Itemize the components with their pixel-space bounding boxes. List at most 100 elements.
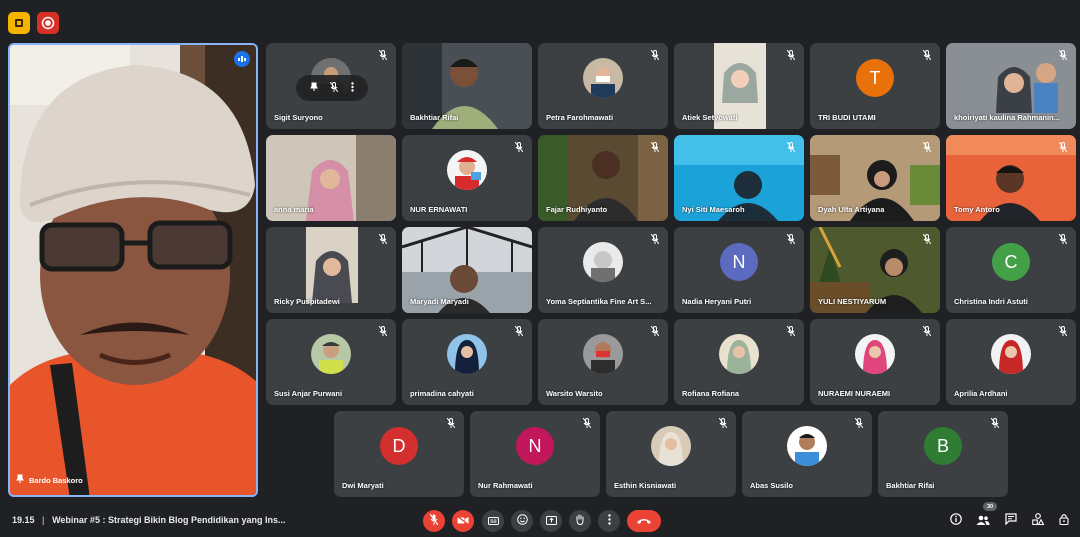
participant-name: Yoma Septiantika Fine Art S... <box>546 297 652 306</box>
participant-tile[interactable]: Fajar Rudhiyanto <box>538 135 668 221</box>
participant-name: Tomy Antoro <box>954 205 1000 214</box>
speaking-indicator-icon <box>234 51 250 67</box>
participant-tile[interactable]: T TRI BUDI UTAMI <box>810 43 940 129</box>
avatar: N <box>516 427 554 466</box>
present-icon <box>545 512 557 530</box>
participant-name: Abas Susilo <box>750 481 793 490</box>
mute-icon[interactable] <box>330 79 339 97</box>
speaker-tile[interactable]: Bardo Baskoro <box>8 43 258 497</box>
participant-tile[interactable]: N Nadia Heryani Putri <box>674 227 804 313</box>
participant-tile[interactable]: Esthin Kisniawati <box>606 411 736 497</box>
participant-name: Dwi Maryati <box>342 481 384 490</box>
participant-tile[interactable]: Sigit Suryono <box>266 43 396 129</box>
participant-name: Atiek Setyowati <box>682 113 738 122</box>
mic-muted-icon <box>717 417 729 429</box>
avatar: B <box>924 427 962 466</box>
participant-tile[interactable]: Atiek Setyowati <box>674 43 804 129</box>
mic-muted-icon <box>649 49 661 61</box>
participant-tile[interactable]: Yoma Septiantika Fine Art S... <box>538 227 668 313</box>
participant-name: Christina Indri Astuti <box>954 297 1028 306</box>
participant-count-badge: 30 <box>983 502 997 511</box>
captions-button[interactable] <box>482 510 504 532</box>
participant-tile[interactable]: Aprilia Ardhani <box>946 319 1076 405</box>
avatar <box>787 426 827 467</box>
participant-tile[interactable]: Susi Anjar Purwani <box>266 319 396 405</box>
participant-tile[interactable]: Ricky Puspitadewi <box>266 227 396 313</box>
mic-muted-icon <box>785 49 797 61</box>
participant-name: Petra Farohmawati <box>546 113 614 122</box>
participant-tile[interactable]: Petra Farohmawati <box>538 43 668 129</box>
avatar: C <box>992 243 1030 282</box>
chat-icon <box>1005 512 1017 530</box>
speaker-name: Bardo Baskoro <box>29 475 83 485</box>
host-controls-button[interactable] <box>1056 513 1072 529</box>
mic-muted-icon <box>921 233 933 245</box>
participant-tile[interactable]: Maryadi Maryadi <box>402 227 532 313</box>
people-button[interactable] <box>975 513 991 529</box>
mic-muted-icon <box>513 325 525 337</box>
info-icon <box>950 512 962 530</box>
emoji-button[interactable] <box>511 510 533 532</box>
participant-tile[interactable]: YULI NESTIYARUM <box>810 227 940 313</box>
avatar <box>447 150 487 191</box>
participant-tile[interactable]: NURAEMI NURAEMI <box>810 319 940 405</box>
mic-muted-icon <box>989 417 1001 429</box>
participant-name: Bakhtiar Rifai <box>410 113 459 122</box>
end-call-button[interactable] <box>627 510 661 532</box>
mic-toggle-button[interactable] <box>423 510 445 532</box>
participant-tile[interactable]: Rofiana Rofiana <box>674 319 804 405</box>
participant-tile[interactable]: D Dwi Maryati <box>334 411 464 497</box>
raise-hand-button[interactable] <box>569 510 591 532</box>
participant-tile[interactable]: anna maria <box>266 135 396 221</box>
avatar <box>651 426 691 467</box>
activities-button[interactable] <box>1030 513 1046 529</box>
participant-tile[interactable]: Nyi Siti Maesaroh <box>674 135 804 221</box>
mic-muted-icon <box>377 325 389 337</box>
participant-name: khoiriyati kaulina Rahmanin... <box>954 113 1060 122</box>
mic-muted-icon <box>785 141 797 153</box>
participant-tile[interactable]: B Bakhtiar Rifai <box>878 411 1008 497</box>
more-options-icon[interactable] <box>351 79 354 97</box>
participant-tile[interactable]: N Nur Rahmawati <box>470 411 600 497</box>
avatar: D <box>380 427 418 466</box>
mic-muted-icon <box>921 49 933 61</box>
meeting-title: Webinar #5 : Strategi Bikin Blog Pendidi… <box>52 515 286 525</box>
more-options-button[interactable] <box>598 510 620 532</box>
participant-tile[interactable]: Warsito Warsito <box>538 319 668 405</box>
mic-muted-icon <box>649 141 661 153</box>
chat-button[interactable] <box>1003 513 1019 529</box>
raise-hand-icon <box>575 512 585 530</box>
participant-name: Ricky Puspitadewi <box>274 297 340 306</box>
mic-muted-icon <box>1057 141 1069 153</box>
avatar <box>311 334 351 375</box>
participant-tile[interactable]: Bakhtiar Rifai <box>402 43 532 129</box>
participant-tile[interactable]: khoiriyati kaulina Rahmanin... <box>946 43 1076 129</box>
participant-name: Warsito Warsito <box>546 389 603 398</box>
pin-icon <box>16 471 24 489</box>
participant-name: Sigit Suryono <box>274 113 323 122</box>
lock-icon <box>1059 512 1069 530</box>
participant-tile[interactable]: Dyah Ulfa Artiyana <box>810 135 940 221</box>
camera-toggle-button[interactable] <box>452 510 474 532</box>
bottom-toolbar: 19.15 | Webinar #5 : Strategi Bikin Blog… <box>0 505 1080 537</box>
participant-name: TRI BUDI UTAMI <box>818 113 876 122</box>
meeting-details-button[interactable] <box>948 513 964 529</box>
mic-muted-icon <box>649 233 661 245</box>
emoji-icon <box>516 512 528 530</box>
mic-muted-icon <box>785 325 797 337</box>
meeting-info: 19.15 | Webinar #5 : Strategi Bikin Blog… <box>12 515 285 525</box>
mic-muted-icon <box>853 417 865 429</box>
participant-tile[interactable]: primadina cahyati <box>402 319 532 405</box>
pin-icon[interactable] <box>310 79 318 97</box>
avatar <box>583 334 623 375</box>
participant-tile[interactable]: Abas Susilo <box>742 411 872 497</box>
avatar <box>719 334 759 375</box>
participant-grid: Bardo Baskoro Sigit Suryono Bakhtiar Rif… <box>0 0 1080 505</box>
participant-name: Fajar Rudhiyanto <box>546 205 608 214</box>
participant-tile[interactable]: NUR ERNAWATI <box>402 135 532 221</box>
participant-tile[interactable]: C Christina Indri Astuti <box>946 227 1076 313</box>
captions-icon <box>487 512 499 530</box>
mic-muted-icon <box>377 49 389 61</box>
participant-tile[interactable]: Tomy Antoro <box>946 135 1076 221</box>
present-button[interactable] <box>540 510 562 532</box>
